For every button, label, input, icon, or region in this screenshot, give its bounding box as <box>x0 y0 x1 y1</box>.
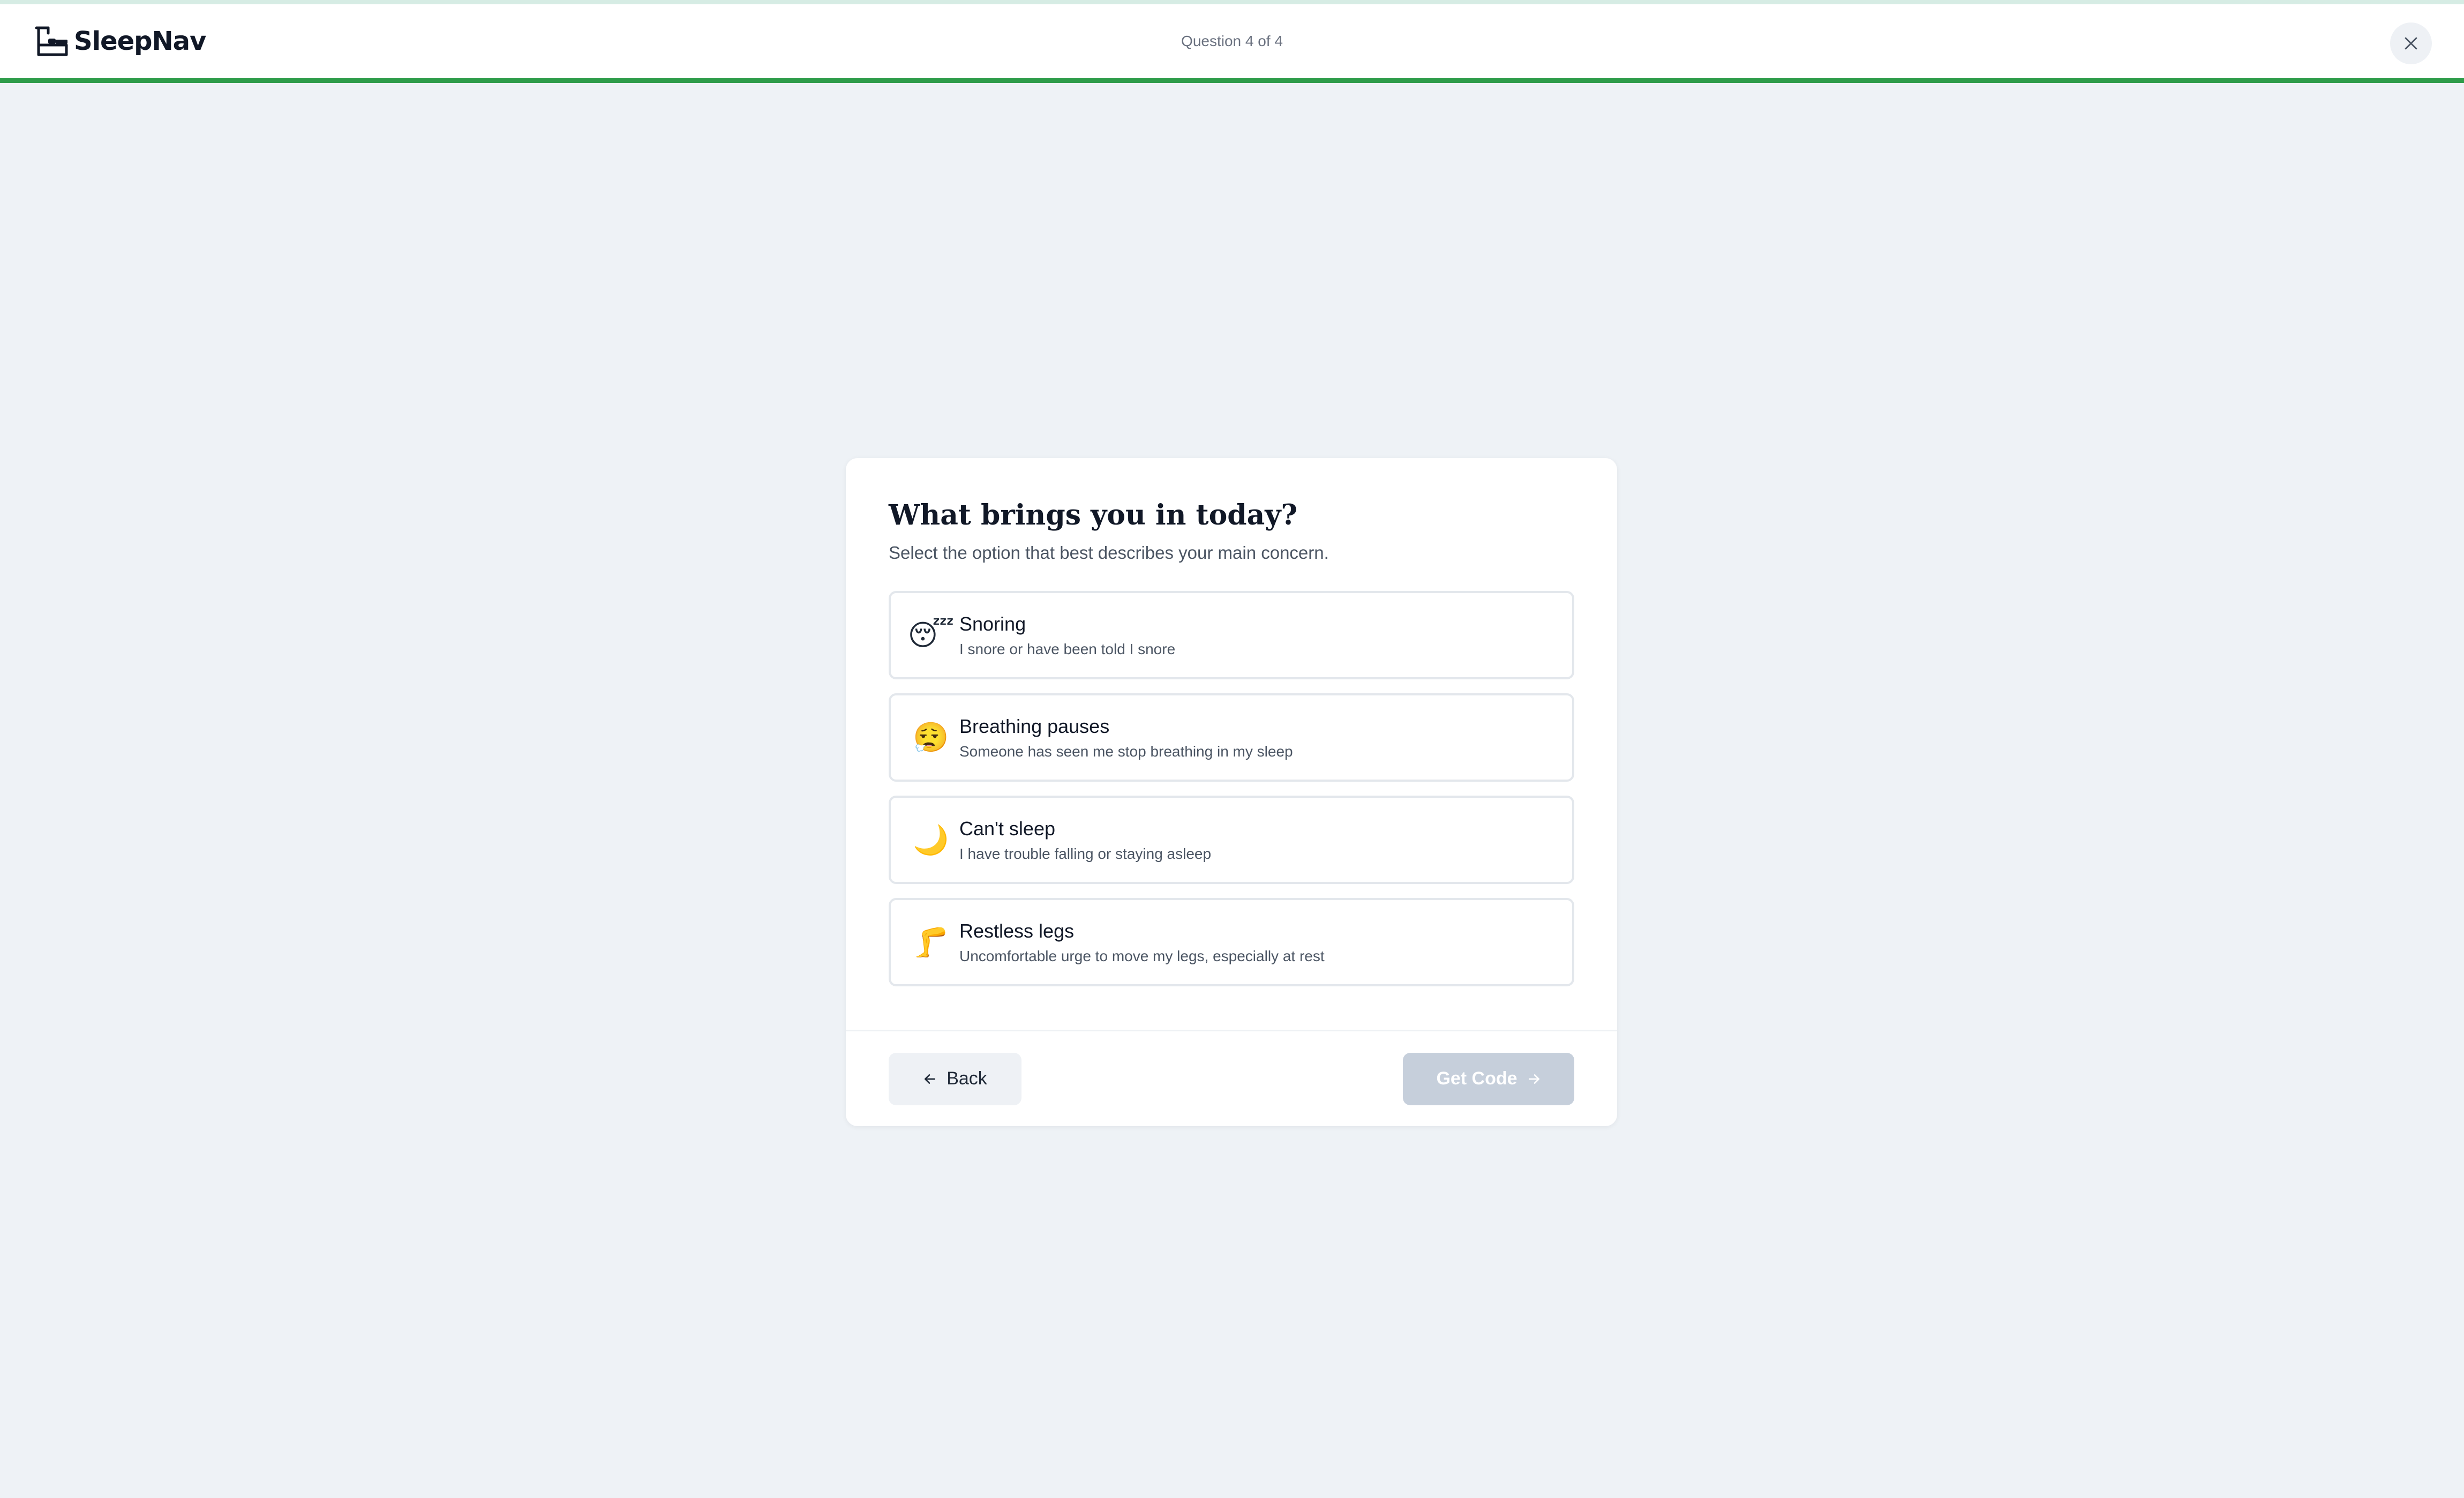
option-label: Can't sleep <box>959 817 1055 840</box>
option-label: Snoring <box>959 612 1026 635</box>
top-accent-bar <box>0 0 2464 4</box>
progress-bar-fill <box>0 78 2464 83</box>
question-subtitle: Select the option that best describes yo… <box>889 543 1329 563</box>
option-label: Restless legs <box>959 919 1075 942</box>
app-header: SleepNav Question 4 of 4 <box>0 4 2464 78</box>
bed-lamp-icon <box>35 26 68 56</box>
option-restless-legs[interactable]: 🦵 Restless legs Uncomfortable urge to mo… <box>889 898 1574 987</box>
leg-icon: 🦵 <box>913 926 949 958</box>
question-title: What brings you in today? <box>889 499 1297 531</box>
option-breathing-pauses[interactable]: 😮‍💨 Breathing pauses Someone has seen me… <box>889 693 1574 782</box>
option-description: Uncomfortable urge to move my legs, espe… <box>959 947 1325 964</box>
option-cant-sleep[interactable]: 🌙 Can't sleep I have trouble falling or … <box>889 796 1574 885</box>
back-button-label: Back <box>946 1068 987 1089</box>
option-list: 😴 Snoring I snore or have been told I sn… <box>889 591 1574 987</box>
card-footer: Back Get Code <box>846 1030 1617 1126</box>
option-label: Breathing pauses <box>959 715 1110 737</box>
option-description: Someone has seen me stop breathing in my… <box>959 743 1293 760</box>
sleeping-face-icon: 😴 <box>907 619 955 651</box>
get-code-button-label: Get Code <box>1436 1068 1518 1089</box>
option-snoring[interactable]: 😴 Snoring I snore or have been told I sn… <box>889 591 1574 680</box>
brand-logo[interactable]: SleepNav <box>32 24 206 59</box>
exhaling-face-icon: 😮‍💨 <box>913 721 949 754</box>
brand-name: SleepNav <box>74 26 206 56</box>
back-button[interactable]: Back <box>889 1052 1021 1105</box>
arrow-right-icon <box>1528 1074 1539 1084</box>
question-card: What brings you in today? Select the opt… <box>846 458 1617 1126</box>
crescent-moon-icon: 🌙 <box>913 823 949 856</box>
option-description: I snore or have been told I snore <box>959 640 1176 657</box>
get-code-button[interactable]: Get Code <box>1403 1052 1574 1105</box>
close-icon <box>2405 37 2417 50</box>
arrow-left-icon <box>925 1074 936 1084</box>
option-description: I have trouble falling or staying asleep <box>959 845 1212 862</box>
progress-bar <box>0 78 2464 83</box>
question-counter: Question 4 of 4 <box>1181 33 1283 49</box>
close-button[interactable] <box>2390 23 2432 64</box>
